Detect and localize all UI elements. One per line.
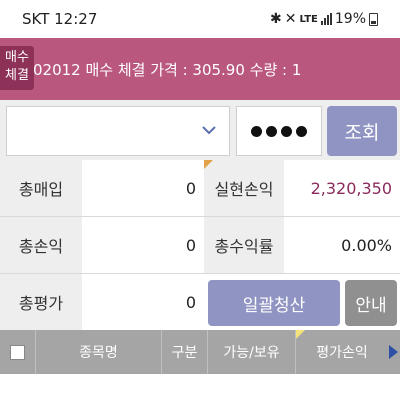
execution-badge: 매수 체결 (0, 46, 34, 90)
scroll-right-icon[interactable] (389, 345, 398, 359)
bluetooth-icon: ✱ (270, 11, 282, 27)
realized-pl-marker (204, 160, 213, 169)
realized-pl-label: 실현손익 (204, 160, 284, 216)
status-bar: SKT 12:27 ✱ ✕ LTE 19% (0, 0, 400, 38)
liquidate-all-button[interactable]: 일괄청산 (208, 280, 340, 326)
clock: 12:27 (54, 10, 98, 28)
query-button[interactable]: 조회 (327, 106, 397, 156)
realized-pl-value: 2,320,350 (284, 160, 400, 216)
total-pl-value: 0 (82, 217, 204, 273)
total-pl-label: 총손익 (0, 217, 82, 273)
column-header-pl[interactable]: 평가손익 (296, 330, 388, 374)
signal-icon (320, 13, 332, 25)
guide-button[interactable]: 안내 (345, 280, 397, 326)
lte-label: LTE (299, 13, 318, 25)
chevron-down-icon[interactable] (199, 120, 219, 140)
mute-icon: ✕ (284, 11, 297, 27)
account-search-row: 조회 (0, 100, 400, 160)
column-header-name[interactable]: 종목명 (36, 330, 162, 374)
carrier-time: SKT 12:27 (22, 10, 270, 28)
select-all-checkbox[interactable] (10, 344, 25, 360)
select-all-cell[interactable] (0, 330, 36, 374)
column-marker (296, 330, 305, 339)
total-valuation-value: 0 (82, 274, 204, 330)
badge-line-1: 매수 (5, 50, 29, 65)
execution-notice-message: 02012 매수 체결 가격 : 305.90 수량 : 1 (33, 60, 302, 79)
badge-line-2: 체결 (5, 68, 29, 83)
status-icons: ✱ ✕ LTE 19% (270, 11, 378, 27)
carrier-label: SKT (22, 10, 50, 28)
total-valuation-label: 총평가 (0, 274, 82, 330)
column-header-type[interactable]: 구분 (162, 330, 208, 374)
column-header-available[interactable]: 가능/보유 (208, 330, 296, 374)
total-return-value: 0.00% (284, 217, 400, 273)
total-return-label: 총수익률 (204, 217, 284, 273)
battery-percent: 19% (334, 11, 366, 27)
password-field[interactable] (236, 106, 322, 156)
account-select[interactable] (6, 106, 230, 156)
summary-grid: 총매입 0 실현손익 2,320,350 총손익 0 총수익률 0.00% 총평… (0, 160, 400, 330)
total-purchase-value: 0 (82, 160, 204, 216)
holdings-table-header: 종목명 구분 가능/보유 평가손익 (0, 330, 400, 374)
total-purchase-label: 총매입 (0, 160, 82, 216)
battery-icon (369, 12, 378, 26)
execution-notice-banner[interactable]: 02012 매수 체결 가격 : 305.90 수량 : 1 매수 체결 (0, 38, 400, 100)
